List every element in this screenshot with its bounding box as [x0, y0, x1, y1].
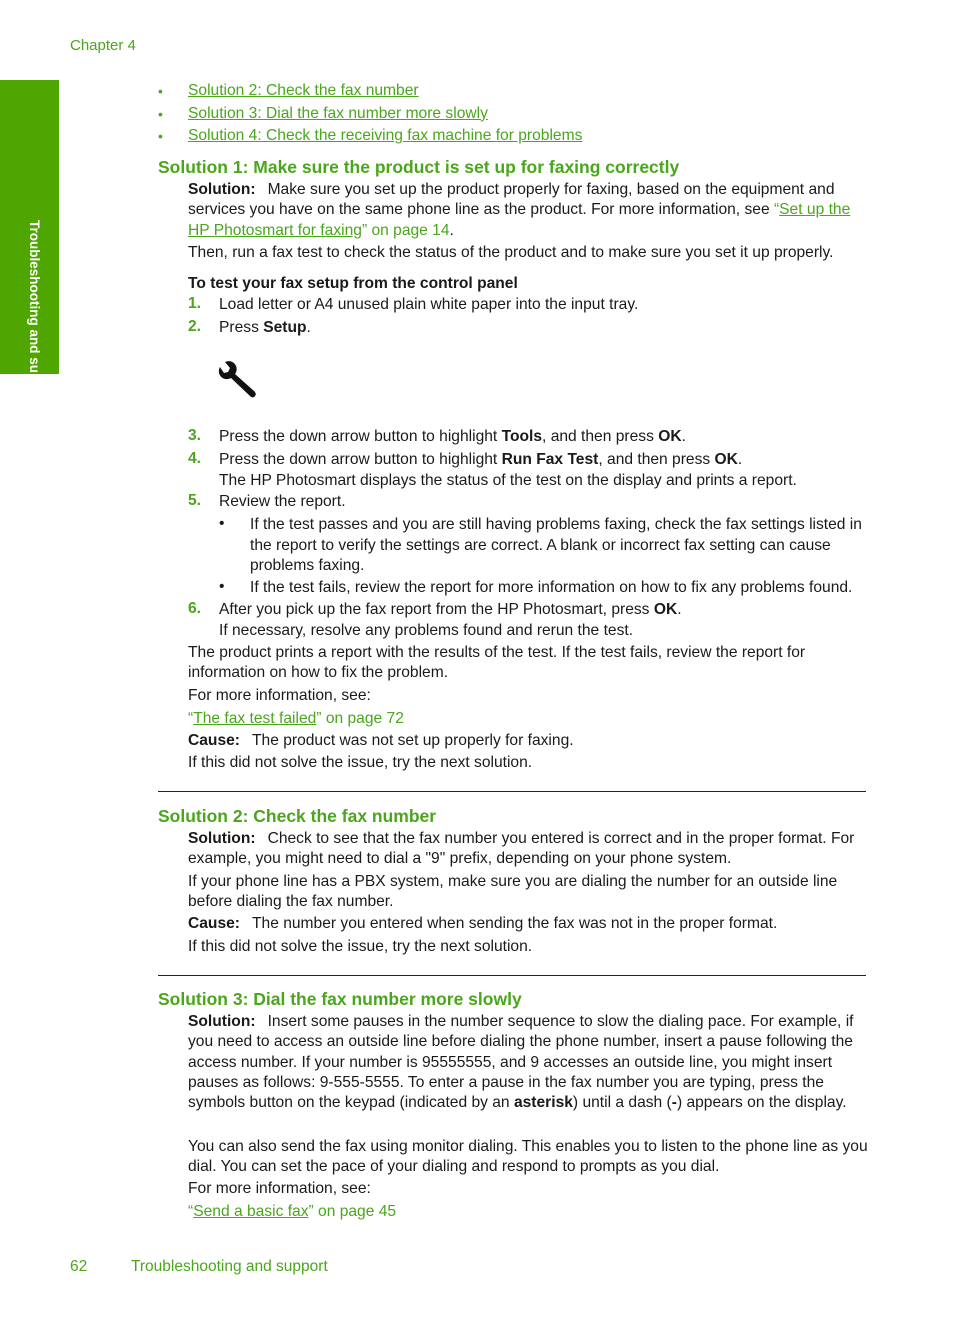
toc-link-solution-4[interactable]: Solution 4: Check the receiving fax mach…: [188, 126, 582, 149]
step-1: Load letter or A4 unused plain white pap…: [219, 296, 639, 313]
more-info: For more information, see:: [188, 1180, 371, 1197]
more-info: For more information, see:: [188, 687, 371, 704]
step-5: Review the report.: [219, 493, 346, 510]
solution-label: Solution:: [188, 181, 256, 198]
toc-link-solution-2[interactable]: Solution 2: Check the fax number: [188, 81, 419, 104]
monitor-dialing-text: You can also send the fax using monitor …: [188, 1138, 868, 1176]
page-number: 62: [70, 1258, 88, 1275]
step-number: 4.: [188, 450, 202, 467]
result-text: The product prints a report with the res…: [188, 644, 806, 682]
solution-1-text: Solution: Make sure you set up the produc…: [188, 181, 851, 239]
section-divider: [158, 791, 866, 792]
next-solution-text: If this did not solve the issue, try the…: [188, 754, 533, 771]
side-tab: Troubleshooting and support: [0, 80, 59, 407]
section-divider: [158, 975, 866, 976]
pbx-text: If your phone line has a PBX system, mak…: [188, 873, 838, 911]
step-number: 1.: [188, 295, 202, 312]
step-6-note: If necessary, resolve any problems found…: [219, 621, 634, 639]
solution-3-text: Solution: Insert some pauses in the numbe…: [188, 1013, 854, 1112]
toc-list: • Solution 2: Check the fax number • Solut…: [158, 81, 582, 149]
ref-fax-test-failed: “The fax test failed” on page 72: [188, 710, 404, 727]
step-2: Press Setup.: [219, 319, 311, 336]
bullet-icon: •: [158, 105, 163, 122]
step-number: 6.: [188, 600, 202, 617]
step-3: Press the down arrow button to highlight…: [219, 428, 686, 445]
step-5-bullet: If the test fails, review the report for…: [250, 579, 853, 596]
toc-item: • Solution 2: Check the fax number: [158, 81, 582, 104]
side-tab-label: Troubleshooting and support: [27, 220, 42, 408]
link-fax-test-failed[interactable]: The fax test failed: [193, 710, 316, 727]
cause-text: Cause: The product was not set up properl…: [188, 732, 574, 749]
toc-link-solution-3[interactable]: Solution 3: Dial the fax number more slo…: [188, 104, 488, 127]
cause-text: Cause: The number you entered when sendin…: [188, 915, 778, 932]
solution-2-text: Solution: Check to see that the fax numbe…: [188, 830, 855, 868]
bullet-icon: •: [219, 515, 225, 532]
step-5-bullet: If the test passes and you are still hav…: [250, 516, 862, 574]
ref-send-basic-fax: “Send a basic fax” on page 45: [188, 1203, 397, 1220]
then-text: Then, run a fax test to check the status…: [188, 244, 834, 261]
step-6: After you pick up the fax report from th…: [219, 601, 682, 639]
solution-3-heading: Solution 3: Dial the fax number more slo…: [158, 989, 522, 1009]
wrench-icon: [218, 361, 256, 398]
solution-2-heading: Solution 2: Check the fax number: [158, 806, 437, 826]
footer-section-title: Troubleshooting and support: [131, 1258, 328, 1275]
step-number: 2.: [188, 318, 202, 335]
step-number: 5.: [188, 492, 202, 509]
bullet-icon: •: [158, 128, 163, 144]
toc-item: • Solution 3: Dial the fax number more sl…: [158, 104, 582, 127]
bullet-icon: •: [158, 83, 163, 99]
solution-1-heading: Solution 1: Make sure the product is set…: [158, 157, 680, 177]
procedure-title: To test your fax setup from the control …: [188, 275, 518, 292]
step-number: 3.: [188, 427, 202, 444]
link-send-basic-fax[interactable]: Send a basic fax: [193, 1203, 308, 1220]
toc-item: • Solution 4: Check the receiving fax mac…: [158, 126, 582, 149]
next-solution-text: If this did not solve the issue, try the…: [188, 938, 533, 955]
bullet-icon: •: [219, 578, 225, 595]
step-4-note: The HP Photosmart displays the status of…: [219, 471, 797, 489]
chapter-header: Chapter 4: [70, 37, 136, 54]
step-4: Press the down arrow button to highlight…: [219, 451, 797, 489]
